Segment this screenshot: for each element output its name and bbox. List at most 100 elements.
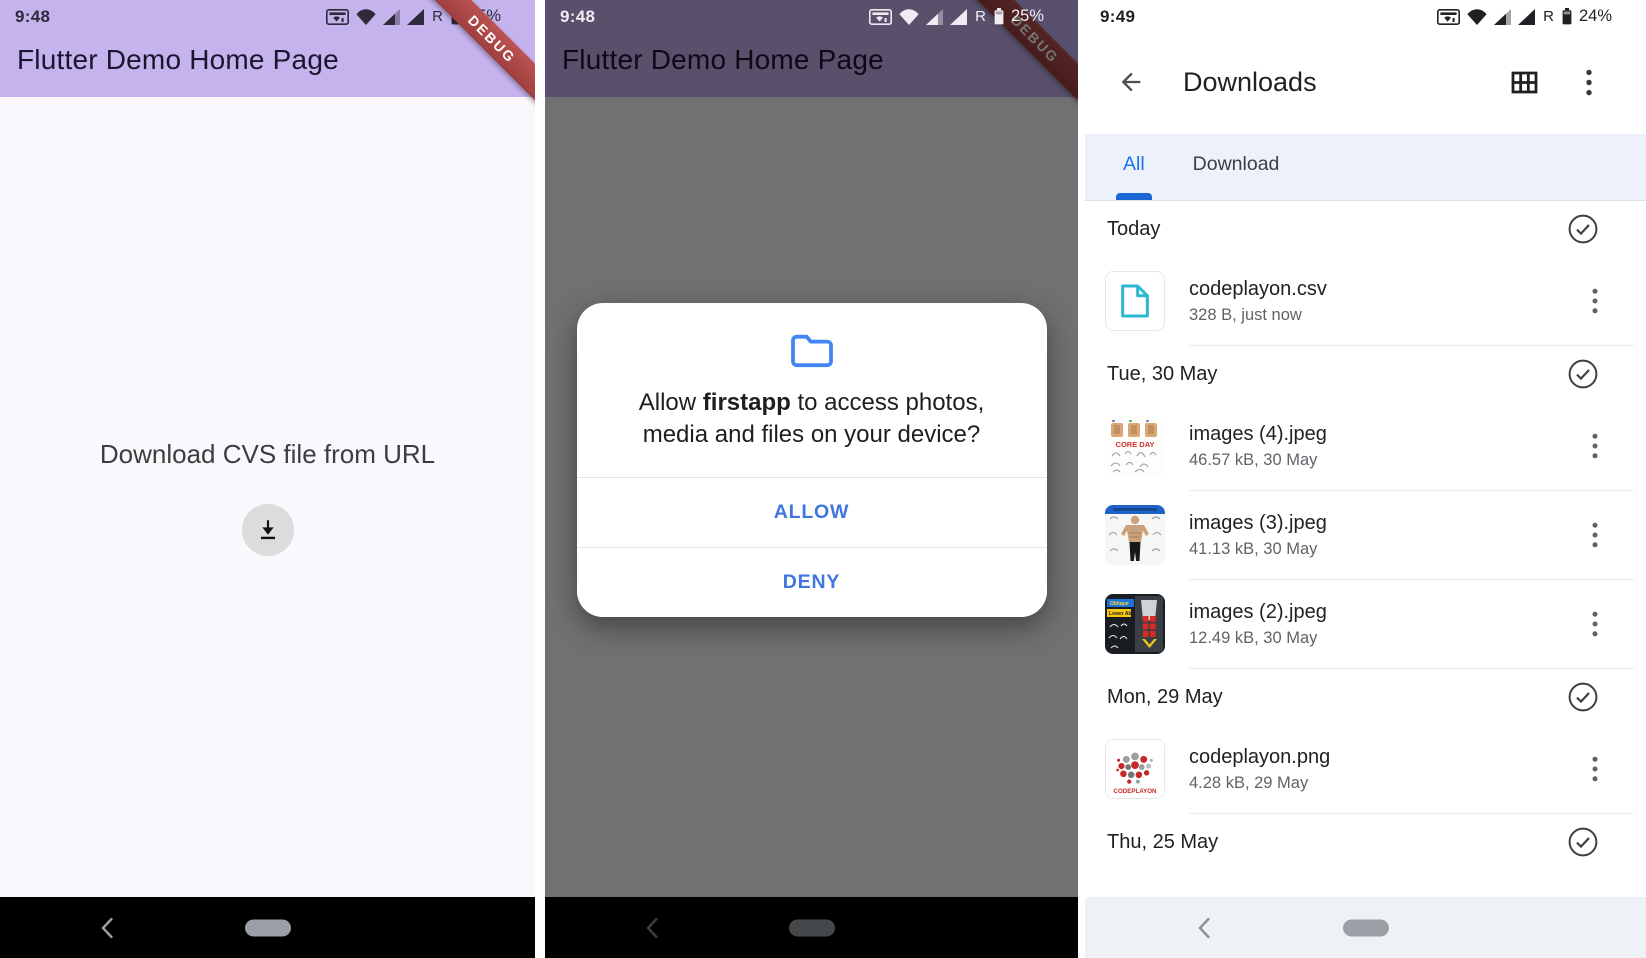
battery-percent: 25% [1011, 7, 1044, 26]
network-type-label: R [1543, 8, 1554, 25]
select-all-button[interactable] [1564, 210, 1602, 248]
image-thumbnail-codeplayon-logo: CODEPLAYON [1105, 739, 1165, 799]
status-icon-cluster: R 25% [869, 7, 1044, 26]
file-name: images (4).jpeg [1189, 423, 1588, 446]
back-button[interactable] [1113, 64, 1149, 100]
deny-button[interactable]: DENY [577, 548, 1047, 617]
codeplayon-label: CODEPLAYON [1114, 788, 1158, 795]
more-vert-icon [1586, 69, 1592, 96]
permission-dialog: Allow firstapp to access photos, media a… [577, 303, 1047, 617]
file-menu-button[interactable] [1588, 607, 1602, 641]
flutter-body: Download CVS file from URL [0, 97, 535, 897]
check-circle-icon [1568, 827, 1598, 857]
file-document-icon [1120, 283, 1150, 319]
status-time: 9:48 [560, 7, 595, 27]
file-download-icon [255, 517, 281, 543]
download-button[interactable] [242, 504, 294, 556]
file-meta: 328 B, just now [1189, 306, 1588, 325]
more-vert-icon [1592, 433, 1598, 459]
file-menu-button[interactable] [1588, 752, 1602, 786]
folder-icon [789, 331, 835, 369]
permission-dialog-screen: 9:48 R 25% Flutter Demo Home Page DEBUG [545, 0, 1078, 958]
section-header-thu-25-may: Thu, 25 May [1085, 814, 1646, 870]
file-meta: 4.28 kB, 29 May [1189, 774, 1588, 793]
signal-icon-partial [383, 9, 400, 25]
image-thumbnail-workout-man [1105, 505, 1165, 565]
more-vert-icon [1592, 522, 1598, 548]
oblique-label: Oblique [1110, 601, 1129, 607]
vowifi-icon [326, 9, 349, 25]
file-row-codeplayon-png[interactable]: CODEPLAYON codeplayon.png 4.28 kB, 29 Ma… [1085, 725, 1646, 813]
file-row-codeplayon-csv[interactable]: codeplayon.csv 328 B, just now [1085, 257, 1646, 345]
status-icon-cluster: R 24% [1437, 7, 1612, 26]
more-vert-icon [1592, 611, 1598, 637]
status-time: 9:48 [15, 7, 50, 27]
battery-percent: 24% [1579, 7, 1612, 26]
vowifi-icon [1437, 9, 1460, 25]
downloads-header: Downloads [1085, 30, 1646, 134]
section-header-mon-29-may: Mon, 29 May [1085, 669, 1646, 725]
signal-icon-partial [926, 9, 943, 25]
allow-button[interactable]: ALLOW [577, 478, 1047, 547]
file-meta: 41.13 kB, 30 May [1189, 540, 1588, 559]
status-time: 9:49 [1100, 7, 1135, 27]
file-meta: 12.49 kB, 30 May [1189, 629, 1588, 648]
image-thumbnail-lower-abs: Oblique Lower Abs [1105, 594, 1165, 654]
screenshot-stage: 9:48 R 25% Flutter Demo Home Page DEBUG … [0, 0, 1646, 958]
csv-file-thumbnail [1105, 271, 1165, 331]
tab-all[interactable]: All [1121, 134, 1147, 200]
file-row-images-2[interactable]: Oblique Lower Abs images (2).jpeg 12.49 k… [1085, 580, 1646, 668]
signal-icon-full [407, 9, 424, 25]
select-all-button[interactable] [1564, 355, 1602, 393]
check-circle-icon [1568, 359, 1598, 389]
wifi-icon [899, 9, 919, 25]
download-headline: Download CVS file from URL [100, 439, 435, 470]
downloads-tab-bar: All Download [1085, 134, 1646, 201]
status-bar: 9:48 R 25% [545, 0, 1078, 30]
page-title: Downloads [1183, 67, 1507, 98]
flutter-app-screen: 9:48 R 25% Flutter Demo Home Page DEBUG … [0, 0, 535, 958]
signal-icon-full [950, 9, 967, 25]
vowifi-icon [869, 9, 892, 25]
file-name: codeplayon.csv [1189, 278, 1588, 301]
permission-app-name: firstapp [703, 389, 791, 416]
image-thumbnail-core-day: CORE DAY [1105, 416, 1165, 476]
downloads-list: Today codeplayon.csv 328 B, just now [1085, 201, 1646, 870]
file-row-images-4[interactable]: CORE DAY images (4).jpeg 46.57 kB, 30 Ma… [1085, 402, 1646, 490]
file-menu-button[interactable] [1588, 429, 1602, 463]
select-all-button[interactable] [1564, 678, 1602, 716]
tab-download[interactable]: Download [1191, 134, 1282, 200]
signal-icon-partial [1494, 9, 1511, 25]
appbar-title: Flutter Demo Home Page [0, 30, 535, 76]
file-menu-button[interactable] [1588, 518, 1602, 552]
more-vert-icon [1592, 756, 1598, 782]
nav-back-button[interactable] [1197, 917, 1211, 939]
nav-home-handle[interactable] [1343, 919, 1389, 936]
network-type-label: R [975, 8, 986, 25]
section-header-tue-30-may: Tue, 30 May [1085, 346, 1646, 402]
check-circle-icon [1568, 682, 1598, 712]
file-name: images (3).jpeg [1189, 512, 1588, 535]
permission-message: Allow firstapp to access photos, media a… [611, 387, 1013, 451]
android-nav-bar [0, 897, 535, 958]
battery-icon [1562, 8, 1572, 25]
file-name: codeplayon.png [1189, 746, 1588, 769]
overflow-menu-button[interactable] [1582, 65, 1596, 100]
nav-back-button[interactable] [100, 917, 114, 939]
file-menu-button[interactable] [1588, 284, 1602, 318]
status-bar: 9:49 R 24% [1085, 0, 1646, 30]
select-all-button[interactable] [1564, 823, 1602, 861]
android-nav-bar [1085, 897, 1646, 958]
lower-abs-label: Lower Abs [1109, 611, 1135, 617]
downloads-app-screen: 9:49 R 24% Downloads [1085, 0, 1646, 958]
check-circle-icon [1568, 214, 1598, 244]
file-meta: 46.57 kB, 30 May [1189, 451, 1588, 470]
flutter-appbar: 9:48 R 25% Flutter Demo Home Page DEBUG [0, 0, 535, 97]
file-name: images (2).jpeg [1189, 601, 1588, 624]
network-type-label: R [432, 8, 443, 25]
battery-icon [994, 8, 1004, 25]
nav-home-handle[interactable] [245, 919, 291, 936]
file-row-images-3[interactable]: images (3).jpeg 41.13 kB, 30 May [1085, 491, 1646, 579]
wifi-icon [356, 9, 376, 25]
grid-view-button[interactable] [1507, 67, 1542, 98]
